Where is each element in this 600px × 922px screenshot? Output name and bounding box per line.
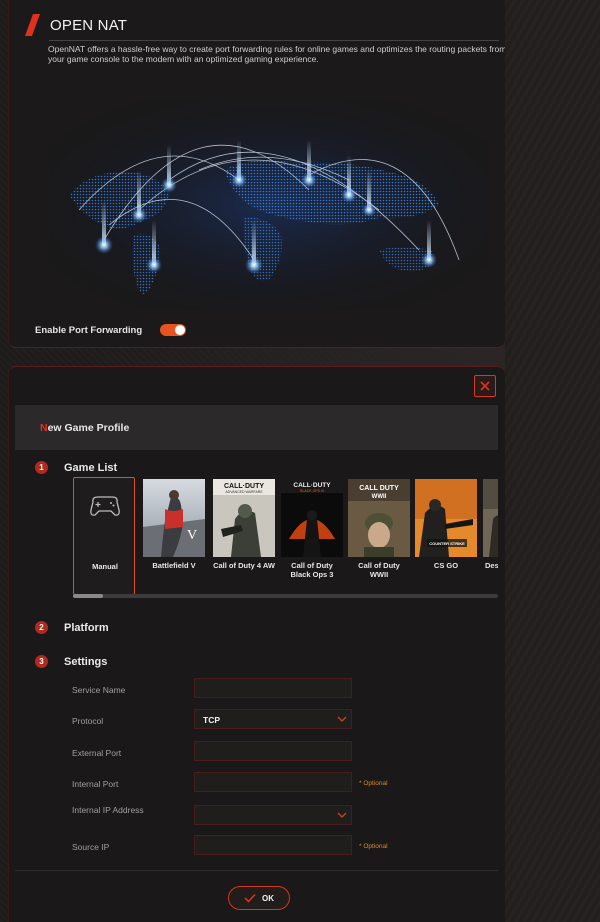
internal-port-label: Internal Port	[72, 779, 119, 789]
step-game-list: 1 Game List	[35, 461, 117, 474]
game-name: Manual	[92, 562, 118, 571]
external-port-label: External Port	[72, 748, 122, 758]
protocol-select[interactable]: TCP	[194, 709, 352, 729]
open-nat-header: OPEN NAT	[23, 14, 127, 36]
world-map-illustration	[49, 100, 489, 310]
close-button[interactable]	[474, 375, 496, 397]
brand-slash-icon	[24, 14, 41, 36]
game-card-manual[interactable]: Manual	[73, 477, 135, 595]
footer-divider	[15, 870, 498, 871]
scrollbar-thumb[interactable]	[73, 594, 103, 598]
protocol-value: TCP	[203, 715, 220, 725]
game-card-csgo[interactable]: COUNTER STRIKE CS GO	[415, 477, 477, 595]
close-icon	[480, 381, 490, 391]
svg-text:CALL·DUTY: CALL·DUTY	[293, 482, 331, 489]
game-card-cod-aw[interactable]: CALL·DUTY ADVANCED WARFARE Call of Duty …	[213, 477, 275, 595]
port-forwarding-label: Enable Port Forwarding	[35, 324, 143, 336]
game-card-battlefield-v[interactable]: V Battlefield V	[143, 477, 205, 595]
svg-text:ADVANCED WARFARE: ADVANCED WARFARE	[225, 490, 263, 494]
game-name: Call of Duty WWII	[358, 561, 400, 579]
game-name: Battlefield V	[152, 561, 196, 570]
open-nat-panel: OPEN NAT OpenNAT offers a hassle-free wa…	[8, 0, 505, 348]
gamepad-icon	[90, 496, 120, 516]
port-forwarding-toggle[interactable]	[160, 324, 187, 336]
game-cover-csgo: COUNTER STRIKE	[415, 479, 477, 557]
service-name-label: Service Name	[72, 685, 126, 695]
external-port-input[interactable]	[194, 741, 352, 761]
svg-text:CALL·DUTY: CALL·DUTY	[224, 483, 264, 490]
step-label: Platform	[64, 621, 109, 634]
game-name: CS GO	[433, 561, 459, 570]
toggle-knob	[175, 325, 186, 335]
ok-button[interactable]: OK	[228, 886, 290, 910]
game-cover-battlefield-v: V	[143, 479, 205, 557]
svg-text:WWII: WWII	[372, 494, 387, 500]
modal-title: New Game Profile	[40, 421, 130, 434]
game-card-partial[interactable]: Des	[483, 477, 498, 595]
service-name-input[interactable]	[194, 678, 352, 698]
protocol-label: Protocol	[72, 716, 104, 726]
step-number: 3	[35, 655, 48, 668]
carousel-scrollbar[interactable]	[73, 594, 498, 598]
game-cover-partial	[483, 479, 498, 557]
step-settings: 3 Settings	[35, 655, 107, 668]
source-ip-input[interactable]	[194, 835, 352, 855]
game-list-carousel: Manual V Battlefield V CALL·DUTY ADVANCE…	[73, 477, 498, 595]
svg-text:V: V	[187, 528, 197, 543]
step-number: 1	[35, 461, 48, 474]
internal-ip-select[interactable]	[194, 805, 352, 825]
game-cover-cod-bo3: CALL·DUTY BLACK OPS III	[281, 479, 343, 557]
header-divider	[49, 40, 499, 41]
game-name: Call of Duty 4 AW	[213, 561, 275, 570]
page-title: OPEN NAT	[50, 16, 128, 34]
internal-port-input[interactable]	[194, 772, 352, 792]
game-cover-cod-aw: CALL·DUTY ADVANCED WARFARE	[213, 479, 275, 557]
game-name: Des	[485, 561, 498, 570]
game-cover-cod-wwii: CALL DUTY WWII	[348, 479, 410, 557]
chevron-down-icon	[337, 716, 347, 722]
step-number: 2	[35, 621, 48, 634]
port-forwarding-row: Enable Port Forwarding	[35, 324, 187, 336]
step-platform[interactable]: 2 Platform	[35, 621, 109, 634]
svg-text:BLACK OPS III: BLACK OPS III	[300, 489, 324, 493]
internal-ip-label: Internal IP Address	[72, 805, 144, 815]
modal-title-bar: New Game Profile	[15, 405, 498, 450]
svg-text:COUNTER STRIKE: COUNTER STRIKE	[429, 541, 465, 546]
checkmark-icon	[244, 893, 256, 903]
new-game-profile-modal: New Game Profile 1 Game List Manual V Ba…	[8, 366, 505, 922]
background-strip	[505, 0, 600, 922]
ok-button-label: OK	[262, 893, 274, 903]
open-nat-description: OpenNAT offers a hassle-free way to crea…	[48, 44, 505, 64]
game-name: Call of Duty Black Ops 3	[290, 561, 334, 579]
source-ip-optional-hint: * Optional	[359, 843, 388, 850]
source-ip-label: Source IP	[72, 842, 110, 852]
game-cover-manual	[74, 480, 136, 558]
step-label: Game List	[64, 461, 118, 474]
game-card-cod-wwii[interactable]: CALL DUTY WWII Call of Duty WWII	[348, 477, 410, 595]
chevron-down-icon	[337, 812, 347, 818]
game-card-cod-bo3[interactable]: CALL·DUTY BLACK OPS III Call of Duty Bla…	[281, 477, 343, 595]
svg-text:CALL DUTY: CALL DUTY	[359, 485, 399, 492]
step-label: Settings	[64, 655, 108, 668]
internal-port-optional-hint: * Optional	[359, 780, 388, 787]
